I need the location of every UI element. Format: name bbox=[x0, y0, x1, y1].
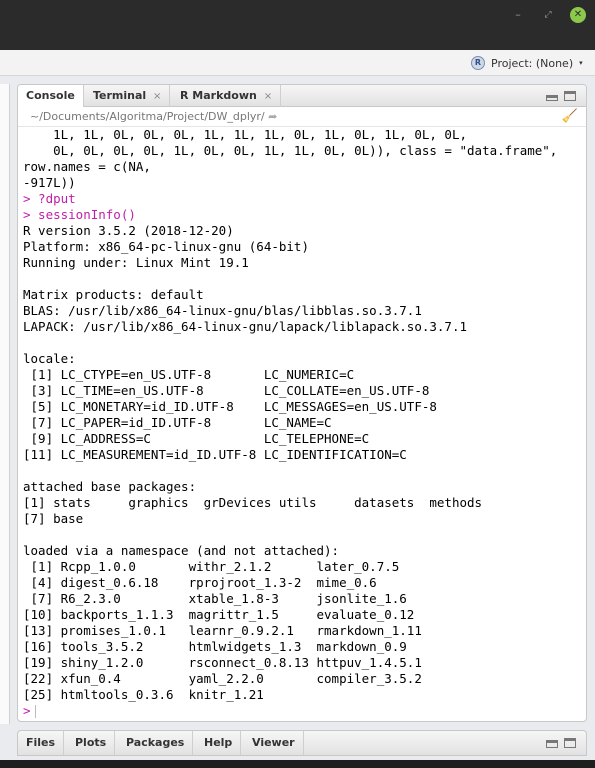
tab-label: Terminal bbox=[93, 89, 147, 102]
text-cursor bbox=[34, 705, 36, 718]
minimize-icon[interactable]: – bbox=[511, 9, 525, 21]
console-tabbar: Console Terminal × R Markdown × bbox=[18, 85, 586, 108]
console-output-line: [1] stats graphics grDevices utils datas… bbox=[23, 495, 483, 510]
console-output-line: [25] htmltools_0.3.6 knitr_1.21 bbox=[23, 687, 264, 702]
maximize-pane-icon[interactable] bbox=[564, 91, 576, 101]
console-output-line: [19] shiny_1.2.0 rsconnect_0.8.13 httpuv… bbox=[23, 655, 422, 670]
console-command-line: > ?dput bbox=[23, 191, 76, 206]
console-output-line: Matrix products: default bbox=[23, 287, 204, 302]
console-output-line: row.names = c(NA, bbox=[23, 159, 151, 174]
tab-terminal[interactable]: Terminal × bbox=[85, 85, 171, 107]
console-output-line: R version 3.5.2 (2018-12-20) bbox=[23, 223, 234, 238]
tab-label: R Markdown bbox=[180, 89, 257, 102]
console-output-line: [7] R6_2.3.0 xtable_1.8-3 jsonlite_1.6 bbox=[23, 591, 407, 606]
tab-r-markdown[interactable]: R Markdown × bbox=[172, 85, 282, 107]
console-output-line bbox=[23, 527, 583, 543]
console-output-line: [7] base bbox=[23, 511, 84, 526]
console-output-line: attached base packages: bbox=[23, 479, 197, 494]
taskbar-edge bbox=[0, 760, 595, 768]
project-toolbar: R Project: (None) ▾ bbox=[0, 50, 595, 76]
console-output-line: [7] LC_PAPER=id_ID.UTF-8 LC_NAME=C bbox=[23, 415, 332, 430]
console-output-line: [10] backports_1.1.3 magrittr_1.5 evalua… bbox=[23, 607, 415, 622]
console-output-line: [16] tools_3.5.2 htmlwidgets_1.3 markdow… bbox=[23, 639, 407, 654]
console-output[interactable]: 1L, 1L, 0L, 0L, 0L, 1L, 1L, 1L, 0L, 1L, … bbox=[23, 127, 583, 719]
window-titlebar: – ⤢ ✕ bbox=[0, 0, 595, 50]
tab-console[interactable]: Console bbox=[18, 85, 84, 108]
console-lines: 1L, 1L, 0L, 0L, 0L, 1L, 1L, 1L, 0L, 1L, … bbox=[23, 127, 583, 703]
console-output-line: [11] LC_MEASUREMENT=id_ID.UTF-8 LC_IDENT… bbox=[23, 447, 407, 462]
tab-help[interactable]: Help bbox=[196, 731, 242, 755]
console-output-line: [13] promises_1.0.1 learnr_0.9.2.1 rmark… bbox=[23, 623, 422, 638]
console-command-line: > sessionInfo() bbox=[23, 207, 136, 222]
console-output-line: loaded via a namespace (and not attached… bbox=[23, 543, 340, 558]
restore-pane-icon[interactable] bbox=[546, 740, 558, 748]
project-menu[interactable]: R Project: (None) ▾ bbox=[471, 55, 583, 71]
clear-console-icon[interactable]: 🧹 bbox=[562, 109, 578, 124]
console-output-line: -917L)) bbox=[23, 175, 76, 190]
console-output-line: LAPACK: /usr/lib/x86_64-linux-gnu/lapack… bbox=[23, 319, 468, 334]
chevron-down-icon: ▾ bbox=[579, 59, 583, 67]
console-output-line: BLAS: /usr/lib/x86_64-linux-gnu/blas/lib… bbox=[23, 303, 422, 318]
console-output-line: locale: bbox=[23, 351, 76, 366]
maximize-icon[interactable]: ⤢ bbox=[541, 9, 555, 21]
working-directory-bar: ~/Documents/Algoritma/Project/DW_dplyr/ … bbox=[18, 107, 586, 127]
left-pane-edge[interactable] bbox=[0, 84, 10, 724]
console-output-line: [1] LC_CTYPE=en_US.UTF-8 LC_NUMERIC=C bbox=[23, 367, 355, 382]
files-panel-tabbar: Files Plots Packages Help Viewer bbox=[17, 730, 587, 756]
path-text: ~/Documents/Algoritma/Project/DW_dplyr/ bbox=[30, 110, 265, 123]
console-output-line: Platform: x86_64-pc-linux-gnu (64-bit) bbox=[23, 239, 309, 254]
project-label: Project: (None) bbox=[491, 56, 574, 70]
go-to-directory-icon[interactable]: ➦ bbox=[268, 110, 277, 123]
tab-viewer[interactable]: Viewer bbox=[244, 731, 304, 755]
tab-files[interactable]: Files bbox=[18, 731, 65, 755]
console-output-line: [5] LC_MONETARY=id_ID.UTF-8 LC_MESSAGES=… bbox=[23, 399, 437, 414]
console-panel: Console Terminal × R Markdown × ~/Docume… bbox=[17, 84, 587, 722]
console-output-line: [1] Rcpp_1.0.0 withr_2.1.2 later_0.7.5 bbox=[23, 559, 400, 574]
console-output-line bbox=[23, 463, 583, 479]
maximize-pane-icon[interactable] bbox=[564, 738, 576, 748]
console-output-line: 0L, 0L, 0L, 0L, 1L, 0L, 0L, 1L, 1L, 0L, … bbox=[23, 143, 558, 158]
close-icon[interactable]: ✕ bbox=[570, 7, 586, 23]
minimize-pane-icon[interactable] bbox=[546, 95, 558, 101]
console-output-line: [22] xfun_0.4 yaml_2.2.0 compiler_3.5.2 bbox=[23, 671, 422, 686]
close-tab-icon[interactable]: × bbox=[264, 91, 272, 102]
console-output-line: Running under: Linux Mint 19.1 bbox=[23, 255, 249, 270]
prompt-symbol: > bbox=[23, 703, 31, 718]
close-tab-icon[interactable]: × bbox=[153, 91, 161, 102]
r-project-icon: R bbox=[471, 56, 485, 70]
tab-label: Console bbox=[26, 89, 75, 102]
tab-plots[interactable]: Plots bbox=[67, 731, 116, 755]
console-output-line: [9] LC_ADDRESS=C LC_TELEPHONE=C bbox=[23, 431, 370, 446]
console-output-line bbox=[23, 335, 583, 351]
console-output-line bbox=[23, 271, 583, 287]
console-output-line: [3] LC_TIME=en_US.UTF-8 LC_COLLATE=en_US… bbox=[23, 383, 430, 398]
console-prompt[interactable]: > bbox=[23, 703, 583, 719]
working-directory-path[interactable]: ~/Documents/Algoritma/Project/DW_dplyr/ … bbox=[30, 110, 277, 123]
console-output-line: [4] digest_0.6.18 rprojroot_1.3-2 mime_0… bbox=[23, 575, 377, 590]
tab-packages[interactable]: Packages bbox=[118, 731, 194, 755]
console-output-line: 1L, 1L, 0L, 0L, 0L, 1L, 1L, 1L, 0L, 1L, … bbox=[23, 127, 468, 142]
